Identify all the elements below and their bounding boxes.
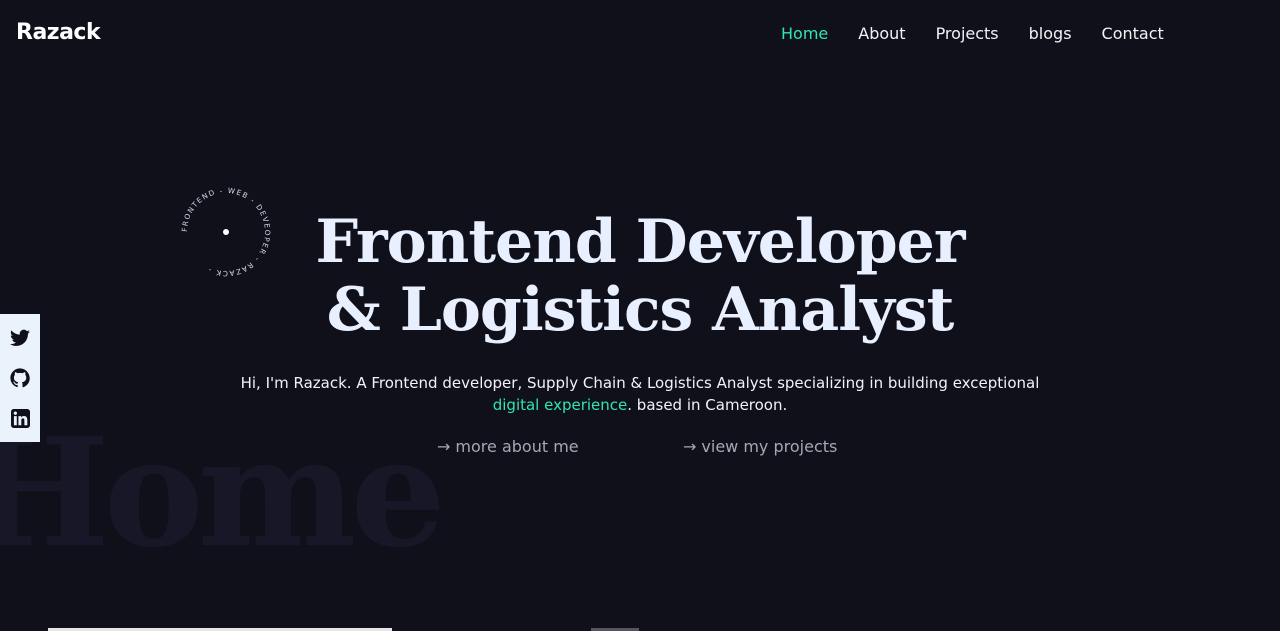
- nav-item-projects[interactable]: Projects: [936, 24, 999, 43]
- twitter-icon[interactable]: [10, 328, 30, 348]
- nav-item-about[interactable]: About: [858, 24, 905, 43]
- hero-subtitle-part2: . based in Cameroon.: [627, 396, 788, 414]
- more-about-me-label: more about me: [455, 437, 579, 456]
- arrow-right-icon: →: [683, 437, 697, 456]
- social-sidebar: [0, 314, 40, 442]
- nav-item-home[interactable]: Home: [781, 24, 828, 43]
- view-projects-link[interactable]: → view my projects: [683, 437, 837, 456]
- main-nav: Home About Projects blogs Contact: [781, 24, 1194, 43]
- nav-item-contact[interactable]: Contact: [1102, 24, 1164, 43]
- github-icon[interactable]: [10, 368, 30, 388]
- hero-subtitle-accent: digital experience: [492, 396, 628, 414]
- more-about-me-link[interactable]: → more about me: [437, 437, 579, 456]
- arrow-right-icon: →: [437, 437, 451, 456]
- nav-item-blogs[interactable]: blogs: [1029, 24, 1072, 43]
- view-projects-label: view my projects: [701, 437, 838, 456]
- badge-center-dot: [223, 229, 229, 235]
- hero-title-line1: Frontend Developer: [315, 207, 966, 277]
- hero-title: Frontend Developer & Logistics Analyst: [240, 208, 1040, 344]
- page: Home Razack Home About Projects blogs Co…: [0, 0, 1280, 631]
- brand-logo[interactable]: Razack: [16, 20, 101, 45]
- linkedin-icon[interactable]: [10, 408, 30, 428]
- hero-title-line2: & Logistics Analyst: [326, 275, 955, 345]
- hero-subtitle: Hi, I'm Razack. A Frontend developer, Su…: [240, 372, 1040, 416]
- hero-subtitle-part1: Hi, I'm Razack. A Frontend developer, Su…: [240, 374, 1040, 392]
- watermark-text: Home: [0, 405, 446, 581]
